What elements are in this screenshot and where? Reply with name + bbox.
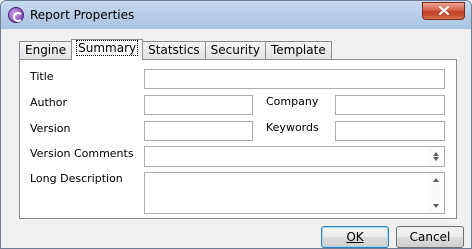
report-app-icon [8,7,24,23]
close-icon [438,5,449,16]
scroll-down-icon[interactable] [433,157,439,161]
tab-statistics[interactable]: Statstics [142,41,206,60]
tab-label: Summary [76,40,139,56]
tab-security[interactable]: Security [204,41,266,60]
version-comments-scrollbar[interactable] [428,147,444,166]
tab-strip: Engine Summary Statstics Security Templa… [19,39,332,60]
tab-template[interactable]: Template [264,41,332,60]
keywords-label: Keywords [266,121,319,134]
tab-summary[interactable]: Summary [71,39,144,60]
window-title: Report Properties [30,8,135,22]
long-description-scrollbar[interactable] [428,173,444,213]
scroll-up-icon[interactable] [433,178,439,182]
cancel-label: Cancel [409,230,451,244]
version-label: Version [30,122,71,135]
tab-label: Security [210,43,260,57]
ok-button[interactable]: OK [321,226,389,248]
scroll-up-icon[interactable] [433,152,439,156]
report-properties-dialog: Report Properties Engine Summary Statsti… [0,0,472,249]
cancel-button[interactable]: Cancel [396,226,464,248]
author-label: Author [30,96,68,109]
company-label: Company [266,95,319,108]
author-input[interactable] [144,95,253,115]
tab-label: Statstics [148,43,200,57]
scroll-down-icon[interactable] [433,204,439,208]
title-label: Title [30,70,54,83]
long-description-textarea[interactable] [144,172,445,214]
ok-label: OK [346,230,364,244]
summary-panel: Title Author Company Version Keywords Ve… [19,59,457,219]
keywords-input[interactable] [335,121,445,141]
version-input[interactable] [144,121,253,141]
version-comments-label: Version Comments [30,147,134,160]
tab-label: Engine [25,43,67,57]
close-button[interactable] [422,2,465,20]
title-input[interactable] [144,69,445,89]
tab-engine[interactable]: Engine [19,41,73,60]
long-description-label: Long Description [30,172,123,185]
company-input[interactable] [335,95,445,115]
tab-label: Template [270,43,326,57]
title-bar: Report Properties [1,1,471,29]
version-comments-textarea[interactable] [144,146,445,167]
